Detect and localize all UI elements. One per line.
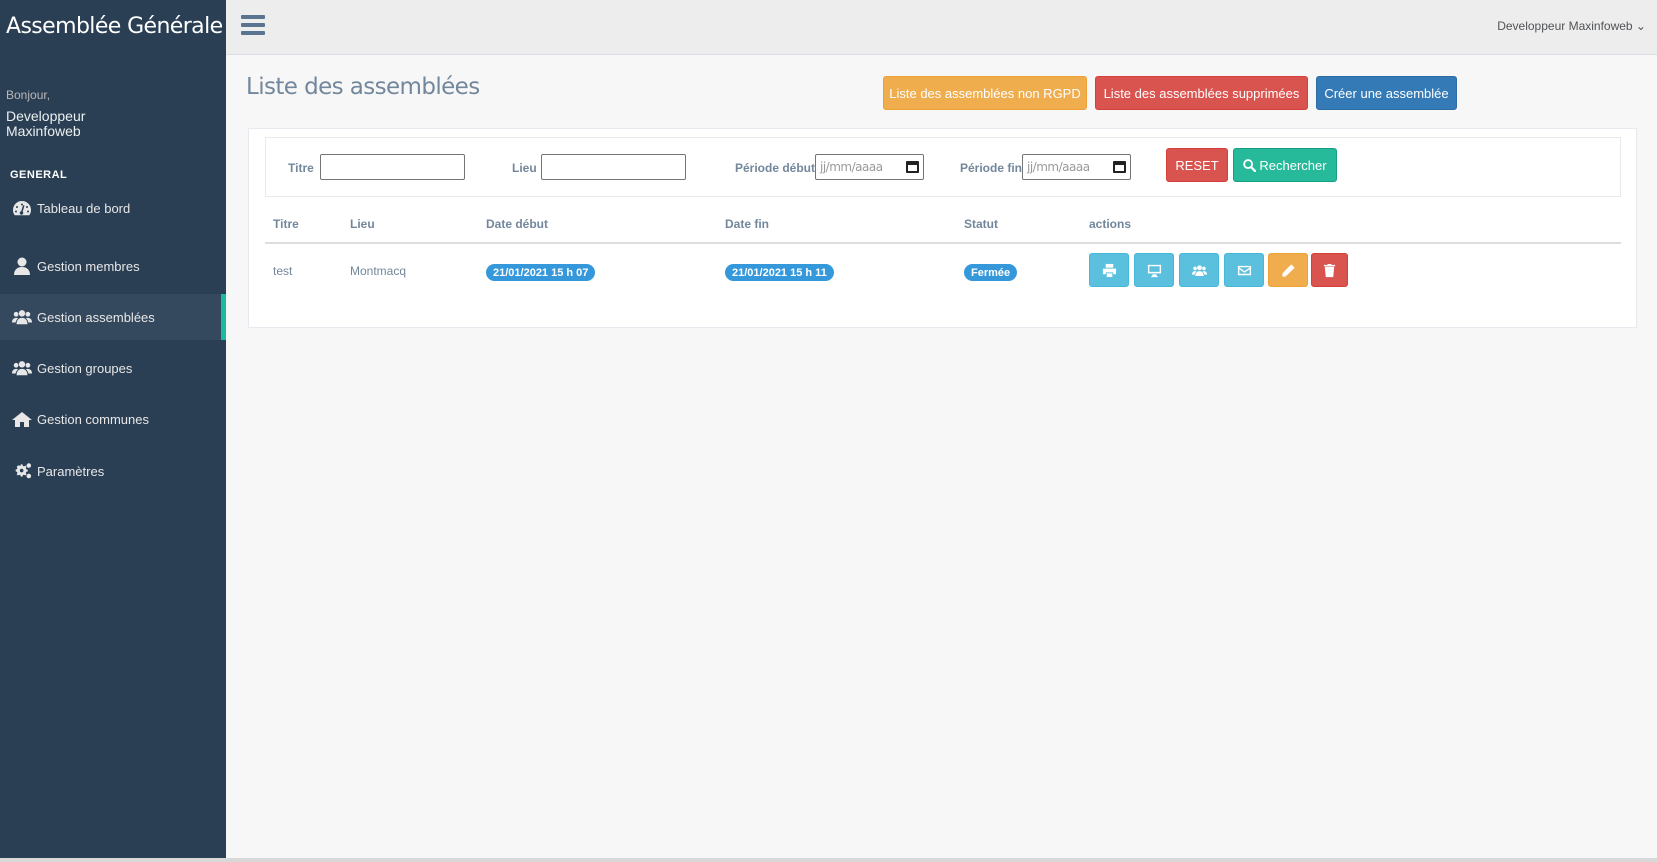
search-icon [1243, 158, 1257, 172]
trash-icon [1323, 263, 1336, 277]
display-button[interactable] [1134, 253, 1174, 287]
lieu-label: Lieu [512, 161, 537, 175]
sidebar-item-tableau-de-bord[interactable]: Tableau de bord [0, 185, 226, 231]
col-header-actions: actions [1089, 217, 1132, 231]
sidebar-item-label: Gestion assemblées [37, 309, 155, 325]
sidebar-item-label: Gestion groupes [37, 360, 133, 376]
table-header-divider [265, 242, 1621, 244]
pencil-icon [1281, 263, 1295, 277]
edit-button[interactable] [1268, 253, 1308, 287]
filter-form: Titre Lieu Période début jj/mm/aaaa Péri… [265, 137, 1621, 197]
sidebar-item-gestion-membres[interactable]: Gestion membres [0, 243, 226, 289]
periode-fin-label: Période fin [960, 161, 1023, 175]
periode-fin-date-input[interactable]: jj/mm/aaaa [1022, 154, 1131, 180]
gears-icon [10, 462, 34, 480]
email-button[interactable] [1224, 253, 1264, 287]
create-assembly-button[interactable]: Créer une assemblée [1316, 76, 1457, 110]
sidebar-item-label: Gestion communes [37, 411, 149, 427]
date-debut-badge: 21/01/2021 15 h 07 [486, 264, 596, 281]
app-title[interactable]: Assemblée Générale [6, 14, 223, 39]
home-icon [10, 410, 34, 428]
status-badge: Fermée [964, 264, 1018, 281]
deleted-list-button[interactable]: Liste des assemblées supprimées [1095, 76, 1308, 110]
sidebar-item-label: Tableau de bord [37, 200, 131, 216]
periode-debut-label: Période début [735, 161, 816, 175]
date-placeholder: jj/mm/aaaa [820, 160, 883, 174]
desktop-icon [1147, 264, 1161, 277]
col-header-date-fin[interactable]: Date fin [725, 217, 769, 231]
members-button[interactable] [1179, 253, 1219, 287]
assemblies-panel: Titre Lieu Période début jj/mm/aaaa Péri… [248, 128, 1637, 328]
date-placeholder: jj/mm/aaaa [1027, 160, 1090, 174]
sidebar-item-gestion-communes[interactable]: Gestion communes [0, 396, 226, 442]
sidebar-item-label: Gestion membres [37, 258, 140, 274]
sidebar-item-gestion-assemblees[interactable]: Gestion assemblées [0, 294, 226, 340]
top-nav: Developpeur Maxinfoweb ⌄ [226, 0, 1657, 55]
envelope-icon [1237, 265, 1251, 275]
page-title: Liste des assemblées [246, 74, 480, 100]
sidebar-user-name: Developpeur Maxinfoweb [6, 108, 86, 139]
col-header-date-debut[interactable]: Date début [486, 217, 548, 231]
col-header-lieu[interactable]: Lieu [350, 217, 375, 231]
user-icon [10, 257, 34, 275]
reset-button[interactable]: RESET [1166, 148, 1228, 182]
menu-toggle-icon[interactable] [241, 15, 265, 39]
greeting: Bonjour, [6, 88, 51, 102]
print-button[interactable] [1089, 253, 1129, 287]
search-button-label: Rechercher [1259, 157, 1327, 173]
user-menu-dropdown[interactable]: Developpeur Maxinfoweb ⌄ [1497, 19, 1646, 33]
bottom-scrollbar[interactable] [0, 858, 1657, 862]
col-header-titre[interactable]: Titre [273, 217, 299, 231]
titre-label: Titre [288, 161, 314, 175]
non-rgpd-list-button[interactable]: Liste des assemblées non RGPD [883, 76, 1087, 110]
print-icon [1102, 263, 1116, 277]
group-icon [10, 359, 34, 377]
dashboard-icon [10, 199, 34, 217]
sidebar-item-gestion-groupes[interactable]: Gestion groupes [0, 345, 226, 391]
cell-lieu: Montmacq [350, 264, 407, 278]
users-icon [10, 308, 34, 326]
search-button[interactable]: Rechercher [1233, 148, 1337, 182]
date-fin-badge: 21/01/2021 15 h 11 [725, 264, 834, 281]
calendar-icon[interactable] [906, 161, 919, 173]
calendar-icon[interactable] [1113, 161, 1126, 173]
delete-button[interactable] [1311, 253, 1348, 287]
lieu-input[interactable] [541, 154, 686, 180]
users-icon [1191, 264, 1207, 276]
col-header-statut[interactable]: Statut [964, 217, 998, 231]
sidebar: Assemblée Générale Bonjour, Developpeur … [0, 0, 226, 862]
sidebar-item-parametres[interactable]: Paramètres [0, 448, 226, 494]
sidebar-section-title: GENERAL [10, 169, 68, 181]
titre-input[interactable] [320, 154, 465, 180]
sidebar-item-label: Paramètres [37, 463, 105, 479]
cell-titre: test [273, 264, 293, 278]
periode-debut-date-input[interactable]: jj/mm/aaaa [815, 154, 924, 180]
